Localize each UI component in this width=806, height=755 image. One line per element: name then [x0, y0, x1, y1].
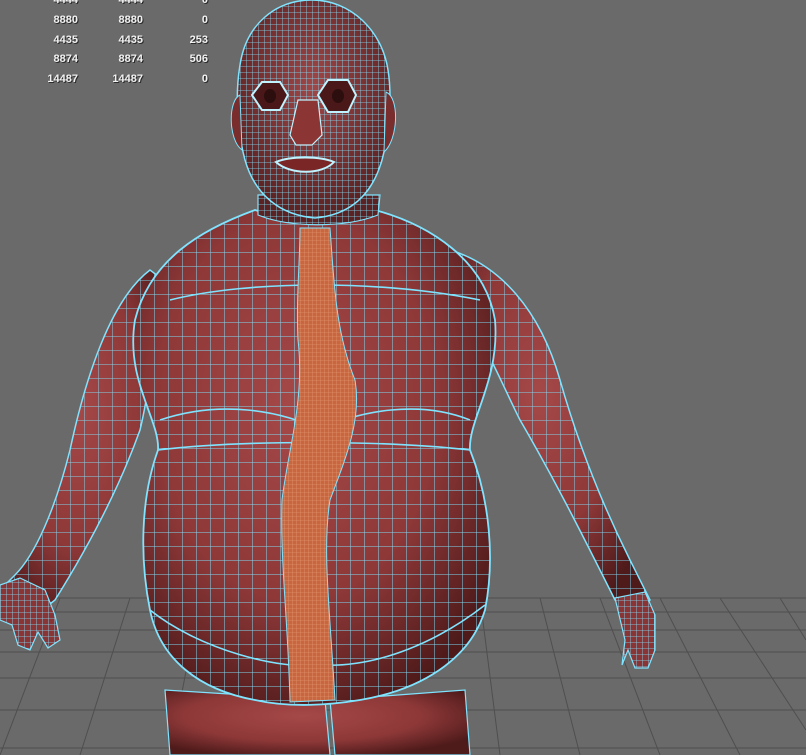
viewport-canvas[interactable] — [0, 0, 806, 755]
hud-cell: 0 — [201, 13, 208, 26]
hud-cell: 4444 — [118, 0, 143, 6]
hud-cell: 14487 — [112, 73, 143, 86]
ear-right — [383, 91, 397, 154]
hud-cell: 14487 — [47, 73, 78, 86]
hud-cell: 8874 — [53, 53, 78, 66]
character-mesh[interactable] — [0, 0, 656, 755]
hud-cell: 8880 — [53, 13, 78, 26]
hud-cell: 8880 — [118, 13, 143, 26]
hud-cell: 253 — [189, 33, 208, 46]
hud-cell: 506 — [189, 53, 208, 66]
ear-left — [230, 94, 243, 152]
hud-cell: 0 — [201, 73, 208, 86]
3d-viewport[interactable] — [0, 0, 806, 755]
hud-cell: 0 — [201, 0, 208, 6]
hud-cell: 4444 — [53, 0, 78, 6]
hud-cell: 8874 — [118, 53, 143, 66]
hud-cell: 4435 — [118, 33, 143, 46]
hud-cell: 4435 — [53, 33, 78, 46]
